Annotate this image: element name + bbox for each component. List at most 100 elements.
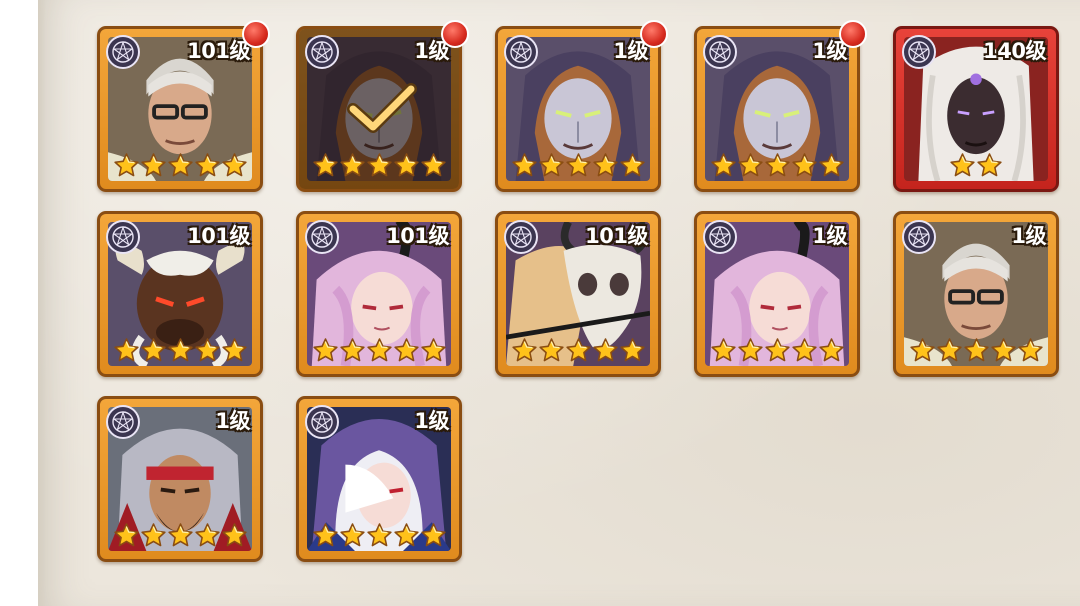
faction-emblem-icon bbox=[305, 220, 339, 254]
hero-card-h6[interactable]: 101级 bbox=[97, 211, 263, 377]
hero-card-h9[interactable]: 1级 bbox=[694, 211, 860, 377]
star-icon bbox=[194, 152, 221, 179]
star-rating bbox=[100, 337, 260, 364]
faction-emblem-icon bbox=[703, 35, 737, 69]
hero-level-label: 101级 bbox=[585, 224, 648, 248]
hero-level-label: 1级 bbox=[1011, 224, 1046, 248]
star-icon bbox=[909, 337, 936, 364]
hero-card-h1[interactable]: 101级 bbox=[97, 26, 263, 192]
star-icon bbox=[511, 152, 538, 179]
star-icon bbox=[818, 152, 845, 179]
star-icon bbox=[592, 152, 619, 179]
star-icon bbox=[339, 337, 366, 364]
star-icon bbox=[710, 152, 737, 179]
star-icon bbox=[140, 337, 167, 364]
star-icon bbox=[592, 337, 619, 364]
hero-card-h8[interactable]: 101级 bbox=[495, 211, 661, 377]
hero-level-label: 1级 bbox=[812, 224, 847, 248]
star-icon bbox=[791, 337, 818, 364]
star-icon bbox=[194, 522, 221, 549]
star-rating bbox=[299, 152, 459, 179]
hero-card-h10[interactable]: 1级 bbox=[893, 211, 1059, 377]
star-icon bbox=[221, 522, 248, 549]
star-icon bbox=[990, 337, 1017, 364]
star-rating bbox=[896, 337, 1056, 364]
star-icon bbox=[167, 152, 194, 179]
hero-card-h3[interactable]: 1级 bbox=[495, 26, 661, 192]
star-icon bbox=[312, 522, 339, 549]
notification-dot-icon bbox=[640, 20, 668, 48]
star-icon bbox=[140, 152, 167, 179]
star-icon bbox=[565, 152, 592, 179]
panel-edge bbox=[38, 0, 46, 606]
notification-dot-icon bbox=[441, 20, 469, 48]
notification-dot-icon bbox=[242, 20, 270, 48]
star-icon bbox=[312, 152, 339, 179]
star-rating bbox=[896, 152, 1056, 179]
star-rating bbox=[100, 152, 260, 179]
star-icon bbox=[737, 152, 764, 179]
faction-emblem-icon bbox=[305, 35, 339, 69]
checkmark-icon bbox=[347, 81, 417, 133]
star-icon bbox=[565, 337, 592, 364]
hero-card-h11[interactable]: 1级 bbox=[97, 396, 263, 562]
star-icon bbox=[339, 522, 366, 549]
star-rating bbox=[299, 522, 459, 549]
star-icon bbox=[393, 337, 420, 364]
star-icon bbox=[221, 152, 248, 179]
hero-level-label: 140级 bbox=[983, 39, 1046, 63]
hero-card-h2[interactable]: 1级 bbox=[296, 26, 462, 192]
faction-emblem-icon bbox=[703, 220, 737, 254]
star-icon bbox=[167, 337, 194, 364]
star-icon bbox=[710, 337, 737, 364]
star-rating bbox=[100, 522, 260, 549]
star-icon bbox=[194, 337, 221, 364]
faction-emblem-icon bbox=[504, 220, 538, 254]
star-icon bbox=[167, 522, 194, 549]
star-icon bbox=[511, 337, 538, 364]
star-icon bbox=[113, 522, 140, 549]
star-icon bbox=[339, 152, 366, 179]
star-rating bbox=[498, 152, 658, 179]
faction-emblem-icon bbox=[902, 220, 936, 254]
hero-card-h5[interactable]: 140级 bbox=[893, 26, 1059, 192]
star-rating bbox=[299, 337, 459, 364]
star-icon bbox=[366, 522, 393, 549]
faction-emblem-icon bbox=[106, 405, 140, 439]
star-icon bbox=[963, 337, 990, 364]
star-icon bbox=[420, 152, 447, 179]
hero-level-label: 1级 bbox=[215, 409, 250, 433]
faction-emblem-icon bbox=[106, 220, 140, 254]
notification-dot-icon bbox=[839, 20, 867, 48]
hero-level-label: 101级 bbox=[386, 224, 449, 248]
star-icon bbox=[366, 337, 393, 364]
star-icon bbox=[764, 152, 791, 179]
star-icon bbox=[619, 152, 646, 179]
star-icon bbox=[764, 337, 791, 364]
star-icon bbox=[312, 337, 339, 364]
star-icon bbox=[420, 337, 447, 364]
hero-card-h12[interactable]: 1级 bbox=[296, 396, 462, 562]
faction-emblem-icon bbox=[305, 405, 339, 439]
hero-card-h4[interactable]: 1级 bbox=[694, 26, 860, 192]
star-icon bbox=[737, 337, 764, 364]
star-icon bbox=[818, 337, 845, 364]
star-icon bbox=[393, 522, 420, 549]
star-icon bbox=[366, 152, 393, 179]
star-icon bbox=[976, 152, 1003, 179]
star-icon bbox=[140, 522, 167, 549]
star-icon bbox=[1017, 337, 1044, 364]
star-icon bbox=[393, 152, 420, 179]
faction-emblem-icon bbox=[902, 35, 936, 69]
star-icon bbox=[221, 337, 248, 364]
star-icon bbox=[949, 152, 976, 179]
star-icon bbox=[538, 337, 565, 364]
hero-level-label: 101级 bbox=[187, 39, 250, 63]
star-rating bbox=[697, 337, 857, 364]
faction-emblem-icon bbox=[106, 35, 140, 69]
star-icon bbox=[420, 522, 447, 549]
star-rating bbox=[498, 337, 658, 364]
faction-emblem-icon bbox=[504, 35, 538, 69]
hero-card-h7[interactable]: 101级 bbox=[296, 211, 462, 377]
hero-level-label: 1级 bbox=[414, 409, 449, 433]
